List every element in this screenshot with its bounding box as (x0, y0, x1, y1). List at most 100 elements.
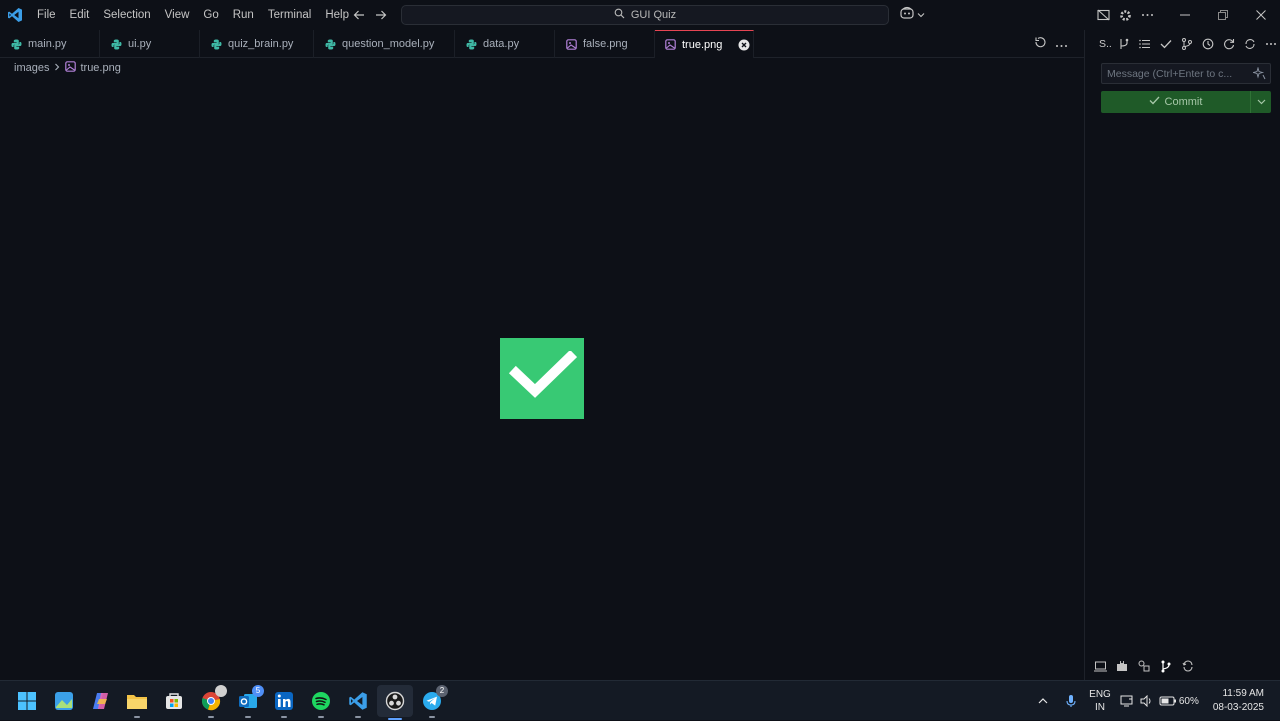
back-arrow-icon[interactable] (352, 8, 366, 22)
spotify-icon[interactable] (307, 687, 335, 718)
tab-label: data.py (483, 38, 520, 50)
windows-start-icon[interactable] (13, 687, 41, 715)
refresh-icon[interactable] (1219, 30, 1238, 58)
image-file-icon (65, 61, 77, 75)
battery-icon[interactable] (1157, 681, 1179, 721)
vscode-logo-icon[interactable] (0, 0, 30, 30)
python-icon (324, 38, 336, 50)
more-actions-icon[interactable] (1136, 0, 1158, 30)
source-control-sidebar: S.. Message (Ctrl+Enter to c... Commit (1084, 30, 1280, 680)
close-window-icon[interactable] (1242, 0, 1280, 30)
menu-run[interactable]: Run (226, 0, 261, 30)
more-tab-actions-icon[interactable] (1055, 35, 1068, 53)
graph-icon[interactable] (1114, 30, 1133, 58)
check-icon (1149, 96, 1160, 108)
telegram-icon[interactable]: 2 (418, 685, 448, 718)
system-clock[interactable]: 11:59 AM 08-03-2025 (1213, 687, 1264, 715)
tab-false-png[interactable]: false.png (555, 30, 655, 58)
chevron-right-icon (53, 62, 61, 74)
copilot-app-icon[interactable] (87, 687, 115, 715)
shapes-icon[interactable] (1135, 656, 1153, 676)
menu-terminal[interactable]: Terminal (261, 0, 318, 30)
menu-go[interactable]: Go (196, 0, 225, 30)
history-icon[interactable] (1198, 30, 1217, 58)
menu-help[interactable]: Help (318, 0, 356, 30)
extensions-icon[interactable] (1113, 656, 1131, 676)
running-indicator (355, 716, 361, 718)
menu-file[interactable]: File (30, 0, 63, 30)
menu-view[interactable]: View (158, 0, 197, 30)
outlook-badge: 5 (252, 685, 264, 697)
running-indicator (318, 716, 324, 718)
branch-icon[interactable] (1177, 30, 1196, 58)
refresh-sync-icon[interactable] (1179, 656, 1197, 676)
tab-quiz-brain-py[interactable]: quiz_brain.py (200, 30, 314, 58)
vscode-taskbar-icon[interactable] (344, 687, 372, 718)
commit-message-input[interactable]: Message (Ctrl+Enter to c... (1101, 63, 1271, 84)
tab-main-py[interactable]: main.py (0, 30, 100, 58)
sparkle-icon[interactable] (1251, 66, 1266, 83)
command-center-search[interactable]: GUI Quiz (401, 5, 889, 25)
windows-taskbar: 5 2 ENG IN 60% 11:59 AM 08-03-2025 (0, 680, 1280, 720)
commit-button[interactable]: Commit (1101, 91, 1271, 113)
breadcrumb-folder[interactable]: images (14, 62, 49, 74)
chevron-down-icon (1257, 96, 1266, 108)
volume-icon[interactable] (1137, 681, 1157, 721)
tab-ui-py[interactable]: ui.py (100, 30, 200, 58)
settings-gear-icon[interactable] (1114, 0, 1136, 30)
image-preview (500, 338, 584, 419)
tab-true-png[interactable]: true.png (655, 30, 754, 58)
tab-label: question_model.py (342, 38, 435, 50)
sync-icon[interactable] (1240, 30, 1259, 58)
copilot-button[interactable] (899, 6, 925, 24)
network-icon[interactable] (1117, 681, 1137, 721)
minimize-icon[interactable] (1166, 0, 1204, 30)
layout-toggle-icon[interactable] (1092, 0, 1114, 30)
tab-label: main.py (28, 38, 67, 50)
battery-percent: 60% (1178, 695, 1199, 707)
file-explorer-icon[interactable] (123, 687, 151, 718)
checkmark-icon (507, 349, 578, 406)
sidebar-header: S.. (1085, 30, 1280, 58)
chrome-icon[interactable] (197, 685, 227, 718)
breadcrumb-file[interactable]: true.png (80, 62, 120, 74)
forward-arrow-icon[interactable] (374, 8, 388, 22)
outlook-icon[interactable]: 5 (234, 685, 264, 718)
commit-check-icon[interactable] (1156, 30, 1175, 58)
obs-studio-icon[interactable] (377, 685, 413, 720)
image-file-icon (665, 39, 676, 51)
show-hidden-icons-icon[interactable] (1031, 681, 1055, 721)
image-editor-area (0, 80, 1084, 680)
search-text: GUI Quiz (630, 9, 677, 21)
reopen-icon[interactable] (1034, 35, 1047, 53)
python-icon (10, 38, 22, 50)
chevron-down-icon (917, 6, 925, 24)
list-view-icon[interactable] (1135, 30, 1154, 58)
tab-label: quiz_brain.py (228, 38, 294, 50)
microsoft-store-icon[interactable] (160, 687, 188, 715)
language-top: ENG (1089, 689, 1111, 700)
photos-app-icon[interactable] (50, 687, 78, 715)
tab-data-py[interactable]: data.py (455, 30, 555, 58)
language-indicator[interactable]: ENG IN (1089, 688, 1111, 714)
commit-dropdown-button[interactable] (1250, 91, 1271, 113)
tab-question-model-py[interactable]: question_model.py (314, 30, 455, 58)
python-icon (465, 38, 477, 50)
profile-badge-icon (215, 685, 227, 697)
restore-icon[interactable] (1204, 0, 1242, 30)
close-tab-icon[interactable] (738, 38, 750, 52)
source-control-icon[interactable] (1157, 656, 1175, 676)
menu-selection[interactable]: Selection (96, 0, 157, 30)
microphone-icon[interactable] (1059, 681, 1083, 721)
running-indicator (245, 716, 251, 718)
sidebar-title: S.. (1099, 38, 1112, 50)
remote-explorer-icon[interactable] (1091, 656, 1109, 676)
python-icon (110, 38, 122, 50)
running-indicator (281, 716, 287, 718)
menu-edit[interactable]: Edit (63, 0, 97, 30)
running-indicator (134, 716, 140, 718)
menu-bar: File Edit Selection View Go Run Terminal… (30, 0, 356, 30)
copilot-icon (899, 6, 915, 25)
more-actions-icon[interactable] (1261, 30, 1280, 58)
linkedin-icon[interactable] (270, 687, 298, 718)
